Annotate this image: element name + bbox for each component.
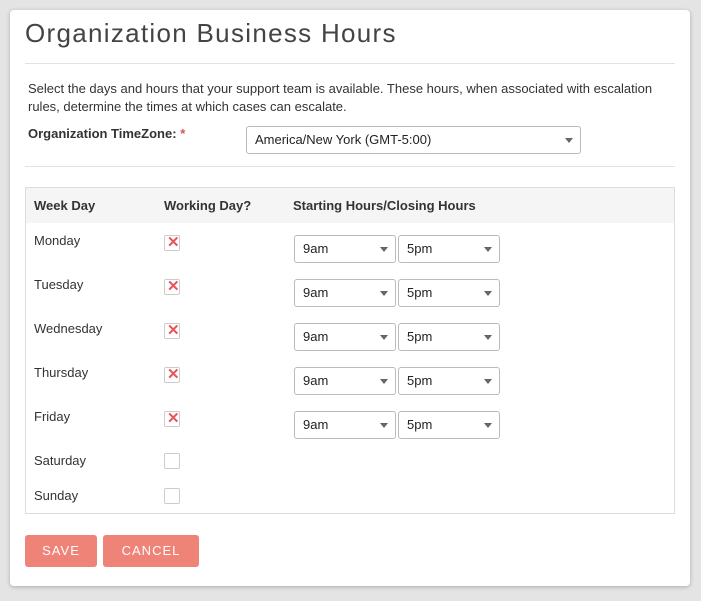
working-day-checkbox[interactable]: ✕ [164,322,180,339]
title-divider [25,63,675,64]
end-hour-select-value: 5pm [407,329,433,344]
chevron-down-icon [380,423,388,428]
table-row: Monday ✕ 9am 5pm [26,225,674,269]
table-row: Tuesday ✕ 9am 5pm [26,269,674,313]
working-day-checkbox[interactable]: ✕ [164,410,180,427]
day-label: Monday [34,233,81,248]
header-hours: Starting Hours/Closing Hours [293,198,476,213]
day-label: Friday [34,409,71,424]
check-x-icon: ✕ [167,322,180,339]
end-hour-select-value: 5pm [407,373,433,388]
chevron-down-icon [484,291,492,296]
table-header: Week Day Working Day? Starting Hours/Clo… [26,188,674,223]
chevron-down-icon [484,247,492,252]
chevron-down-icon [565,138,573,143]
timezone-label: Organization TimeZone: * [28,126,185,141]
table-row: Sunday [26,480,674,524]
start-hour-select-value: 9am [303,329,329,344]
day-label: Thursday [34,365,89,380]
day-label: Sunday [34,488,79,503]
check-x-icon: ✕ [167,234,180,251]
header-week-day: Week Day [34,198,96,213]
required-marker: * [180,126,186,141]
working-day-checkbox[interactable] [164,488,180,504]
cancel-button[interactable]: CANCEL [103,535,199,567]
start-hour-select[interactable]: 9am [294,279,396,307]
day-label: Tuesday [34,277,84,292]
end-hour-select-value: 5pm [407,417,433,432]
check-x-icon: ✕ [167,278,180,295]
day-label: Saturday [34,453,87,468]
start-hour-select[interactable]: 9am [294,323,396,351]
working-day-checkbox[interactable]: ✕ [164,278,180,295]
end-hour-select[interactable]: 5pm [398,235,500,263]
description-text: Select the days and hours that your supp… [28,81,653,114]
start-hour-select[interactable]: 9am [294,367,396,395]
save-button[interactable]: SAVE [25,535,97,567]
timezone-select[interactable]: America/New York (GMT-5:00) [246,126,581,154]
working-day-checkbox[interactable]: ✕ [164,234,180,251]
header-working-day: Working Day? [164,198,252,213]
end-hour-select[interactable]: 5pm [398,411,500,439]
end-hour-select[interactable]: 5pm [398,279,500,307]
start-hour-select-value: 9am [303,417,329,432]
start-hour-select-value: 9am [303,373,329,388]
chevron-down-icon [380,335,388,340]
end-hour-select-value: 5pm [407,285,433,300]
end-hour-select[interactable]: 5pm [398,367,500,395]
table-row: Friday ✕ 9am 5pm [26,401,674,445]
start-hour-select-value: 9am [303,285,329,300]
section-divider [25,166,675,167]
page-title: Organization Business Hours [25,18,397,48]
chevron-down-icon [380,247,388,252]
end-hour-select-value: 5pm [407,241,433,256]
start-hour-select[interactable]: 9am [294,411,396,439]
check-x-icon: ✕ [167,410,180,427]
business-hours-table: Week Day Working Day? Starting Hours/Clo… [25,187,675,514]
chevron-down-icon [484,335,492,340]
table-row: Wednesday ✕ 9am 5pm [26,313,674,357]
chevron-down-icon [484,379,492,384]
business-hours-panel: Organization Business Hours Select the d… [10,10,690,586]
start-hour-select-value: 9am [303,241,329,256]
start-hour-select[interactable]: 9am [294,235,396,263]
timezone-value: America/New York (GMT-5:00) [255,132,432,147]
check-x-icon: ✕ [167,366,180,383]
day-label: Wednesday [34,321,103,336]
working-day-checkbox[interactable] [164,453,180,469]
working-day-checkbox[interactable]: ✕ [164,366,180,383]
chevron-down-icon [380,291,388,296]
timezone-label-text: Organization TimeZone: [28,126,177,141]
chevron-down-icon [380,379,388,384]
chevron-down-icon [484,423,492,428]
end-hour-select[interactable]: 5pm [398,323,500,351]
table-row: Thursday ✕ 9am 5pm [26,357,674,401]
